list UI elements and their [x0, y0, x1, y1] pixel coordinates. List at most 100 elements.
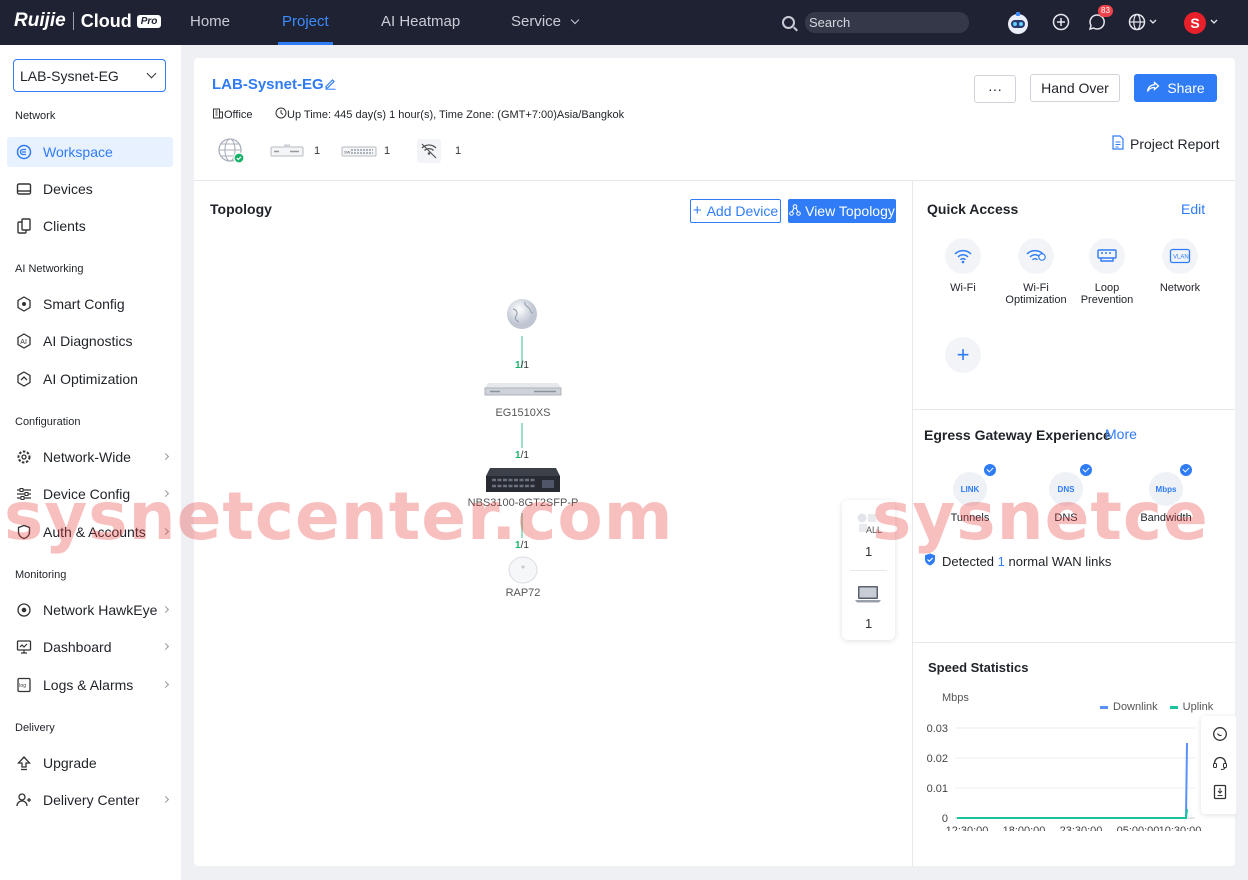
ap-node-icon[interactable] — [507, 555, 539, 588]
add-device-button[interactable]: + Add Device — [690, 199, 781, 223]
filter-divider — [850, 570, 887, 571]
project-report-link[interactable]: Project Report — [1112, 135, 1219, 153]
wifi-icon — [945, 238, 981, 274]
internet-globe-icon[interactable] — [505, 297, 539, 334]
nav-ai-heatmap[interactable]: AI Heatmap — [381, 0, 460, 45]
quick-access-wifi-optimization[interactable]: Wi-Fi Optimization — [1001, 238, 1071, 306]
add-device-label: Add Device — [706, 203, 779, 219]
quick-access-loop-prevention[interactable]: Loop Prevention — [1072, 238, 1142, 306]
chevron-right-icon — [161, 605, 170, 614]
sidebar-item-label: Clients — [43, 218, 86, 234]
series-line-uplink — [957, 808, 1188, 819]
chevron-right-icon — [161, 680, 170, 689]
sidebar-item-clients[interactable]: Clients — [7, 211, 173, 241]
egress-icon-text: Mbps — [1155, 484, 1177, 494]
sidebar-item-upgrade[interactable]: Upgrade — [7, 748, 173, 778]
sidebar-item-device-config[interactable]: Device Config — [7, 479, 173, 509]
page-gutter — [1236, 45, 1248, 880]
egress-tunnels[interactable]: LINK Tunnels — [935, 464, 1005, 524]
project-selector[interactable]: LAB-Sysnet-EG — [13, 59, 166, 92]
section-ai-networking: AI Networking — [15, 263, 84, 275]
gateway-device-icon[interactable] — [270, 144, 304, 161]
language-globe-icon[interactable] — [1126, 11, 1160, 33]
quick-access-edit-link[interactable]: Edit — [1181, 201, 1205, 217]
logo-divider — [72, 12, 74, 30]
internet-status-icon[interactable] — [216, 137, 246, 168]
quick-access-label: Wi-Fi — [950, 282, 976, 294]
gateway-node-label: EG1510XS — [495, 407, 551, 419]
section-network: Network — [15, 110, 56, 122]
nav-home[interactable]: Home — [190, 0, 230, 45]
assistant-robot-icon[interactable] — [1005, 10, 1031, 36]
share-button[interactable]: Share — [1134, 74, 1217, 102]
uptime-info: Up Time: 445 day(s) 1 hour(s), Time Zone… — [275, 107, 624, 122]
add-circle-icon[interactable] — [1050, 11, 1072, 33]
more-options-button[interactable]: ··· — [974, 75, 1016, 103]
sidebar-item-delivery-center[interactable]: Delivery Center — [7, 785, 173, 815]
upgrade-icon — [15, 754, 33, 772]
hand-over-button[interactable]: Hand Over — [1030, 74, 1120, 102]
egress-bandwidth[interactable]: Mbps Bandwidth — [1131, 464, 1201, 524]
edit-pencil-icon[interactable] — [324, 77, 337, 93]
brand-logo[interactable]: Ruijie Cloud Pro — [14, 10, 162, 32]
view-topology-button[interactable]: View Topology — [788, 199, 896, 223]
x-tick-label: 18:00:00 — [1003, 825, 1046, 831]
egress-label: Tunnels — [950, 512, 990, 524]
nav-service[interactable]: Service — [511, 0, 580, 45]
wan-detected-count: 1 — [997, 553, 1005, 569]
sidebar-item-label: Network-Wide — [43, 449, 131, 465]
switch-node-icon[interactable] — [484, 466, 562, 497]
sliders-icon — [15, 485, 33, 503]
section-divider — [912, 409, 1235, 410]
quick-access-label: Wi-Fi Optimization — [1005, 282, 1067, 306]
cloud-label: Cloud — [80, 10, 132, 31]
chat-icon[interactable] — [1212, 726, 1228, 745]
sidebar-item-label: Upgrade — [43, 755, 97, 771]
check-icon — [984, 464, 996, 476]
laptop-filter-count: 1 — [865, 616, 873, 631]
search-input[interactable] — [805, 12, 969, 33]
quick-access-add-button[interactable]: + — [945, 337, 981, 373]
ai-optimization-icon — [15, 370, 33, 388]
document-icon[interactable] — [1213, 784, 1227, 803]
user-menu-chevron-icon[interactable] — [1208, 11, 1220, 33]
uptime-label: Up Time: 445 day(s) 1 hour(s), Time Zone… — [287, 108, 625, 121]
egress-dns[interactable]: DNS DNS — [1031, 464, 1101, 524]
logs-icon: log — [15, 676, 33, 694]
nav-project[interactable]: Project — [278, 0, 333, 45]
all-filter-count: 1 — [865, 544, 873, 559]
sidebar-item-network-hawkeye[interactable]: Network HawkEye — [7, 595, 173, 625]
sidebar-item-logs-alarms[interactable]: log Logs & Alarms — [7, 670, 173, 700]
quick-access-wifi[interactable]: Wi-Fi — [928, 238, 998, 294]
section-delivery: Delivery — [15, 722, 55, 734]
user-avatar[interactable]: S — [1184, 12, 1206, 34]
sidebar-item-workspace[interactable]: Workspace — [7, 137, 173, 167]
pro-badge: Pro — [136, 14, 162, 28]
chevron-right-icon — [161, 452, 170, 461]
y-tick-label: 0.02 — [927, 753, 948, 765]
plus-icon: + — [956, 342, 970, 367]
sidebar-item-ai-diagnostics[interactable]: AI AI Diagnostics — [7, 326, 173, 356]
sidebar-item-dashboard[interactable]: Dashboard — [7, 632, 173, 662]
gateway-node-icon[interactable] — [484, 381, 562, 400]
sidebar-item-network-wide[interactable]: Network-Wide — [7, 442, 173, 472]
access-point-icon[interactable] — [416, 138, 442, 167]
sidebar-item-ai-optimization[interactable]: AI Optimization — [7, 364, 173, 394]
scenario-label: Office — [224, 108, 253, 121]
egress-more-link[interactable]: More — [1105, 426, 1137, 442]
headset-support-icon[interactable] — [1212, 755, 1228, 774]
section-configuration: Configuration — [15, 416, 81, 428]
panel-divider — [912, 180, 913, 866]
share-icon — [1146, 80, 1160, 96]
wifi-optimization-icon — [1018, 238, 1054, 274]
egress-icon-text: DNS — [1057, 484, 1075, 494]
link-total: /1 — [520, 540, 529, 551]
sidebar-item-smart-config[interactable]: Smart Config — [7, 289, 173, 319]
sidebar-item-auth-accounts[interactable]: Auth & Accounts — [7, 517, 173, 547]
quick-access-network[interactable]: VLAN Network — [1145, 238, 1215, 294]
sidebar-item-devices[interactable]: Devices — [7, 174, 173, 204]
laptop-filter-icon[interactable] — [854, 584, 882, 607]
topology-icon — [789, 203, 801, 219]
switch-device-icon[interactable]: SW — [341, 144, 377, 161]
ai-diagnostics-icon: AI — [15, 332, 33, 350]
